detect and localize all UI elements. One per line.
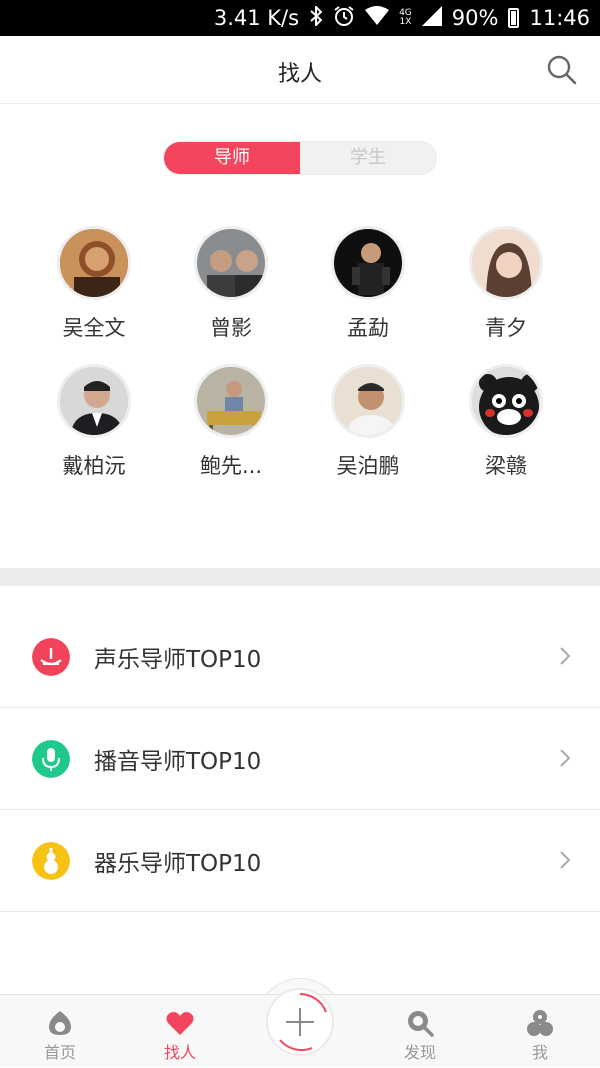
page-title: 找人: [277, 62, 322, 87]
nav-label: 首页: [43, 1043, 76, 1062]
bluetooth-icon: [309, 4, 323, 31]
mentor-card[interactable]: 戴柏沅: [34, 364, 154, 480]
mentor-name: 曾影: [210, 316, 252, 340]
nav-discover[interactable]: 发现: [380, 995, 460, 1068]
mentor-card[interactable]: 孟勐: [308, 226, 428, 342]
avatar: [331, 364, 405, 438]
nav-find-people[interactable]: 找人: [140, 995, 220, 1068]
nav-label: 找人: [163, 1043, 196, 1062]
clock: 11:46: [529, 6, 590, 30]
nav-label: 发现: [403, 1043, 436, 1062]
avatar: [194, 226, 268, 300]
nav-label: 我: [531, 1043, 548, 1062]
mentor-name: 吴全文: [62, 316, 126, 340]
battery-percent: 90%: [451, 6, 499, 30]
mentor-card[interactable]: 吴泊鹏: [308, 364, 428, 480]
mentor-name: 梁赣: [485, 454, 527, 478]
home-icon: [49, 1011, 71, 1035]
header: 找人: [0, 36, 600, 104]
mentor-name: 青夕: [485, 316, 527, 340]
mentor-student-toggle: 导师 学生: [163, 141, 437, 175]
top-list-broadcast[interactable]: 播音导师TOP10: [0, 708, 600, 810]
search-icon[interactable]: [546, 54, 578, 86]
profile-icon: [527, 1010, 553, 1036]
status-bar: 3.41 K/s 4G 1X 90% 11:46: [0, 0, 600, 36]
instrument-icon: [32, 842, 70, 880]
network-type: 4G 1X: [399, 9, 412, 27]
nav-me[interactable]: 我: [500, 995, 580, 1068]
mentor-card[interactable]: 青夕: [446, 226, 566, 342]
avatar: [57, 364, 131, 438]
tab-mentor[interactable]: 导师: [164, 142, 300, 174]
network-type-bottom: 1X: [399, 17, 412, 27]
create-button[interactable]: [266, 988, 334, 1056]
nav-home[interactable]: 首页: [20, 995, 100, 1068]
network-speed: 3.41 K/s: [213, 6, 300, 30]
top-list-vocal[interactable]: 声乐导师TOP10: [0, 606, 600, 708]
section-divider: [0, 568, 600, 586]
microphone-icon: [32, 740, 70, 778]
heart-icon: [166, 1012, 194, 1035]
signal-icon: [421, 5, 442, 31]
mentor-name: 吴泊鹏: [336, 454, 400, 478]
mentor-card[interactable]: 梁赣: [446, 364, 566, 480]
chevron-right-icon: [560, 647, 571, 665]
plus-icon: [279, 993, 327, 1051]
mentor-card[interactable]: 曾影: [171, 226, 291, 342]
avatar: [331, 226, 405, 300]
avatar: [194, 364, 268, 438]
list-label: 器乐导师TOP10: [94, 851, 262, 877]
chevron-right-icon: [560, 851, 571, 869]
mentor-card[interactable]: 鲍先...: [171, 364, 291, 480]
battery-icon: [508, 8, 520, 28]
avatar: [57, 226, 131, 300]
top-list-instrument[interactable]: 器乐导师TOP10: [0, 810, 600, 912]
mentor-card[interactable]: 吴全文: [34, 226, 154, 342]
mentor-name: 戴柏沅: [62, 454, 126, 478]
chevron-right-icon: [560, 749, 571, 767]
list-label: 播音导师TOP10: [94, 749, 262, 775]
wifi-icon: [365, 5, 390, 31]
avatar: [469, 364, 543, 438]
avatar: [469, 226, 543, 300]
mentor-name: 鲍先...: [199, 454, 263, 478]
mentor-name: 孟勐: [347, 316, 389, 340]
vocal-icon: [32, 638, 70, 676]
list-label: 声乐导师TOP10: [94, 647, 262, 673]
alarm-icon: [333, 5, 355, 32]
tab-student[interactable]: 学生: [300, 142, 436, 174]
discover-icon: [408, 1011, 434, 1037]
